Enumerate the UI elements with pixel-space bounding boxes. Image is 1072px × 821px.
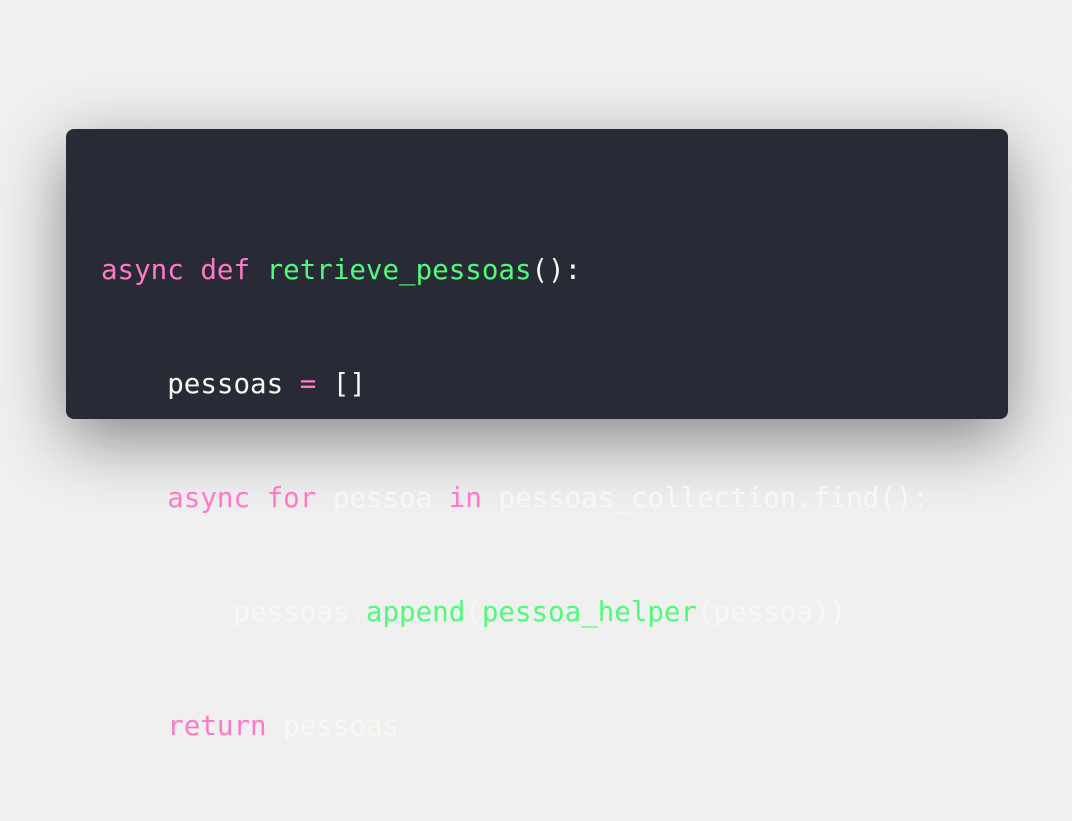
code-text: ():	[531, 254, 582, 286]
code-text: pessoas	[266, 710, 400, 742]
keyword-for: for	[266, 482, 317, 514]
code-line-1: async def retrieve_pessoas():	[101, 251, 1008, 289]
function-helper: pessoa_helper	[481, 596, 698, 628]
operator: =	[299, 368, 317, 400]
variable: pessoas	[167, 368, 300, 400]
code-line-4: pessoas.append(pessoa_helper(pessoa))	[101, 593, 1008, 631]
keyword-in: in	[448, 482, 482, 514]
keyword-def: def	[200, 254, 251, 286]
function-name: retrieve_pessoas	[266, 254, 532, 286]
code-line-2: pessoas = []	[101, 365, 1008, 403]
code-text: (pessoa))	[697, 596, 847, 628]
function-append: append	[365, 596, 466, 628]
keyword-async: async	[101, 254, 184, 286]
keyword-async: async	[167, 482, 251, 514]
keyword-return: return	[167, 710, 267, 742]
code-text: pessoa	[316, 482, 449, 514]
code-text: pessoas_collection.find():	[481, 482, 929, 514]
code-text: (	[465, 596, 482, 628]
code-block: async def retrieve_pessoas(): pessoas = …	[101, 175, 1008, 821]
object: pessoas.	[233, 596, 366, 628]
code-window: async def retrieve_pessoas(): pessoas = …	[66, 129, 1008, 742]
code-text: []	[316, 368, 366, 400]
code-line-5: return pessoas	[101, 707, 1008, 745]
code-line-3: async for pessoa in pessoas_collection.f…	[101, 479, 1008, 517]
